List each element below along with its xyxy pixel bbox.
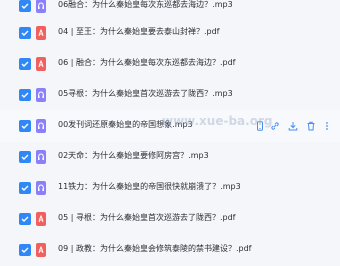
file-name[interactable]: 05寻根：为什么秦始皇首次巡游去了陇西？.mp3	[58, 89, 233, 99]
delete-icon[interactable]	[306, 121, 316, 131]
checkbox[interactable]	[19, 151, 31, 163]
checkbox[interactable]	[19, 27, 31, 39]
pdf-file-icon	[36, 26, 46, 40]
download-icon[interactable]	[288, 121, 298, 131]
file-name[interactable]: 09 | 政教：为什么秦始皇会修筑泰陵的禁书建设？.pdf	[58, 244, 251, 254]
checkbox[interactable]	[19, 0, 31, 12]
file-name[interactable]: 02天命：为什么秦始皇要修阿房宫？.mp3	[58, 151, 209, 161]
pdf-file-icon	[36, 57, 46, 71]
checkbox[interactable]	[19, 213, 31, 225]
pdf-file-icon	[36, 212, 46, 226]
file-name[interactable]: 04 | 至王：为什么秦始皇要去泰山封禅？.pdf	[58, 27, 219, 37]
checkbox[interactable]	[19, 58, 31, 70]
file-row[interactable]: 11铁力：为什么秦始皇的帝国很快就崩溃了？.mp3	[0, 172, 340, 204]
file-row[interactable]: 04 | 至王：为什么秦始皇要去泰山封禅？.pdf	[0, 17, 340, 49]
audio-file-icon	[36, 181, 46, 195]
file-row[interactable]: 05寻根：为什么秦始皇首次巡游去了陇西？.mp3	[0, 79, 340, 111]
checkbox[interactable]	[19, 182, 31, 194]
checkbox[interactable]	[19, 244, 31, 256]
file-row[interactable]: 09 | 政教：为什么秦始皇会修筑泰陵的禁书建设？.pdf	[0, 234, 340, 266]
more-icon[interactable]	[322, 121, 332, 131]
audio-file-icon	[36, 0, 46, 13]
checkbox[interactable]	[19, 89, 31, 101]
audio-file-icon	[36, 119, 46, 133]
file-name[interactable]: 11铁力：为什么秦始皇的帝国很快就崩溃了？.mp3	[58, 182, 241, 192]
audio-file-icon	[36, 88, 46, 102]
file-name[interactable]: 06融合：为什么秦始皇每次东巡都去海边？.mp3	[58, 0, 233, 10]
audio-file-icon	[36, 150, 46, 164]
watermark: www.xue-ba.org	[162, 114, 273, 128]
file-row[interactable]: 05 | 寻根：为什么秦始皇首次巡游去了陇西？.pdf	[0, 203, 340, 235]
file-row[interactable]: 06 | 融合：为什么秦始皇每次东巡都去海边？.pdf	[0, 48, 340, 80]
file-row[interactable]: 02天命：为什么秦始皇要修阿房宫？.mp3	[0, 141, 340, 173]
file-name[interactable]: 06 | 融合：为什么秦始皇每次东巡都去海边？.pdf	[58, 58, 235, 68]
file-list: 06融合：为什么秦始皇每次东巡都去海边？.mp3 04 | 至王：为什么秦始皇要…	[0, 0, 340, 257]
file-name[interactable]: 05 | 寻根：为什么秦始皇首次巡游去了陇西？.pdf	[58, 213, 235, 223]
pdf-file-icon	[36, 243, 46, 257]
checkbox[interactable]	[19, 120, 31, 132]
